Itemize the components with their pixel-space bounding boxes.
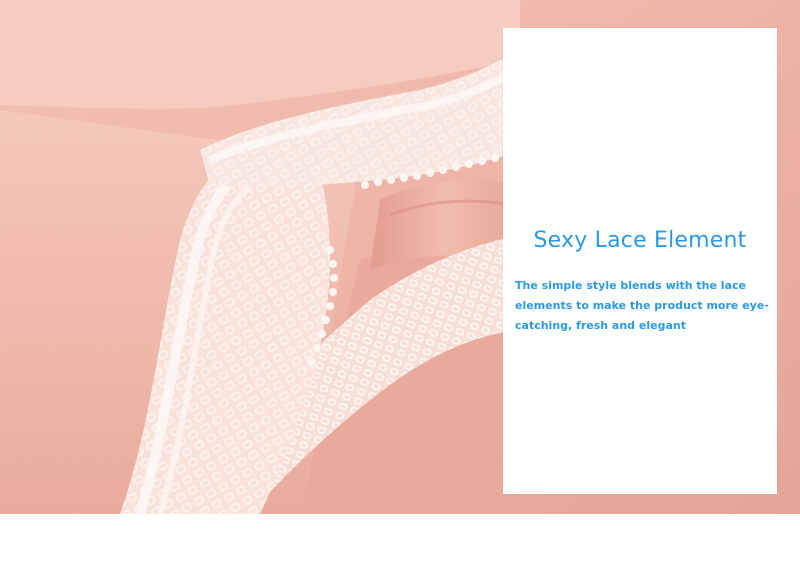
info-panel: Sexy Lace Element The simple style blend… <box>503 28 777 494</box>
info-description: The simple style blends with the lace el… <box>515 279 769 332</box>
bottom-whitespace <box>0 514 800 573</box>
info-title: Sexy Lace Element <box>533 228 747 253</box>
